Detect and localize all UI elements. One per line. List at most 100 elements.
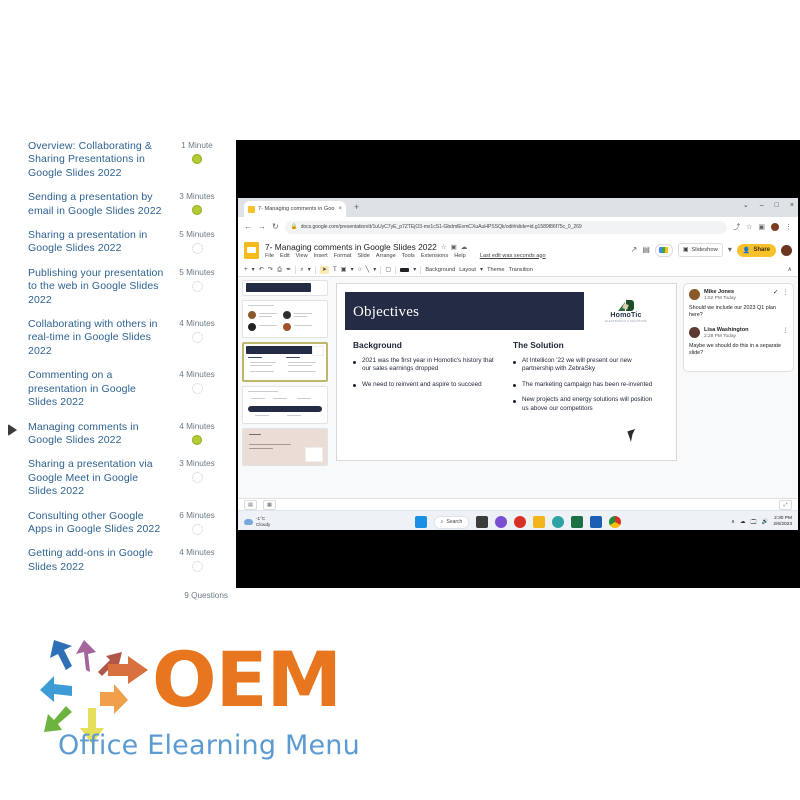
fill-color-icon[interactable] xyxy=(400,267,410,272)
word-icon[interactable] xyxy=(590,516,603,528)
taskbar-search[interactable]: ⌕ Search xyxy=(433,515,470,529)
comment-more-icon[interactable]: ⋮ xyxy=(783,289,789,296)
address-bar[interactable]: 🔒 docs.google.com/presentation/d/1uUyC7y… xyxy=(284,220,728,234)
slide-thumbnail[interactable] xyxy=(242,300,328,338)
curriculum-item-title[interactable]: Sending a presentation by email in Googl… xyxy=(28,191,166,218)
window-more-icon[interactable]: ⌄ xyxy=(743,202,749,209)
layout-caret-icon[interactable]: ▾ xyxy=(480,266,483,273)
start-button-icon[interactable] xyxy=(414,516,427,528)
browser-tab[interactable]: 7- Managing comments in Goo × xyxy=(244,201,346,217)
office-icon[interactable] xyxy=(514,516,527,528)
edge-icon[interactable] xyxy=(552,516,565,528)
curriculum-item[interactable]: Publishing your presentation to the web … xyxy=(0,267,236,307)
document-title[interactable]: 7- Managing comments in Google Slides 20… xyxy=(265,242,437,252)
slide-thumbnail-selected[interactable] xyxy=(242,342,328,382)
new-slide-caret-icon[interactable]: ▾ xyxy=(252,266,255,273)
slideshow-caret-icon[interactable]: ▾ xyxy=(728,246,732,254)
curriculum-item-title[interactable]: Getting add-ons in Google Slides 2022 xyxy=(28,547,166,574)
curriculum-item[interactable]: Overview: Collaborating & Sharing Presen… xyxy=(0,140,236,180)
insert-image-icon[interactable]: ▣ xyxy=(341,266,347,273)
slide-title[interactable]: Objectives xyxy=(353,304,419,321)
curriculum-item-title[interactable]: Overview: Collaborating & Sharing Presen… xyxy=(28,140,166,180)
comment-more-icon[interactable]: ⋮ xyxy=(783,327,789,334)
file-explorer-icon[interactable] xyxy=(533,516,546,528)
curriculum-item[interactable]: Consulting other Google Apps in Google S… xyxy=(0,510,236,537)
menu-item-tools[interactable]: Tools xyxy=(402,253,415,259)
shape-icon[interactable]: ○ xyxy=(358,266,362,273)
excel-icon[interactable] xyxy=(571,516,584,528)
zoom-icon[interactable]: ⌕ xyxy=(300,266,303,273)
menu-item-view[interactable]: View xyxy=(296,253,308,259)
curriculum-item-title[interactable]: Managing comments in Google Slides 2022 xyxy=(28,421,166,448)
account-avatar[interactable] xyxy=(781,244,792,256)
zoom-caret-icon[interactable]: ▾ xyxy=(308,266,311,273)
collapse-toolbar-icon[interactable]: ∧ xyxy=(787,266,792,273)
chrome-icon[interactable] xyxy=(609,516,622,528)
curriculum-item[interactable]: Collaborating with others in real-time i… xyxy=(0,318,236,358)
print-icon[interactable]: ⎙ xyxy=(277,266,282,273)
menu-item-slide[interactable]: Slide xyxy=(357,253,369,259)
curriculum-item[interactable]: Commenting on a presentation in Google S… xyxy=(0,369,236,409)
curriculum-item-title[interactable]: Commenting on a presentation in Google S… xyxy=(28,369,166,409)
menu-item-edit[interactable]: Edit xyxy=(280,253,290,259)
slide-thumbnail[interactable] xyxy=(242,280,328,296)
curriculum-item-title[interactable]: Collaborating with others in real-time i… xyxy=(28,318,166,358)
speaker-notes-icon[interactable]: ▤ xyxy=(244,499,257,510)
line-caret-icon[interactable]: ▾ xyxy=(373,266,376,273)
last-edit-label[interactable]: Last edit was seconds ago xyxy=(480,253,546,259)
curriculum-item-title[interactable]: Publishing your presentation to the web … xyxy=(28,267,166,307)
browser-menu-icon[interactable]: ⋮ xyxy=(785,224,792,231)
comment-history-icon[interactable]: ▤ xyxy=(642,246,650,254)
chat-icon[interactable] xyxy=(495,516,508,528)
window-maximize-icon[interactable]: □ xyxy=(775,202,779,209)
new-slide-icon[interactable]: + xyxy=(244,266,248,273)
close-tab-icon[interactable]: × xyxy=(338,206,342,212)
move-folder-icon[interactable]: ▣ xyxy=(451,243,457,251)
task-view-icon[interactable] xyxy=(476,516,489,528)
slide-thumbnail[interactable] xyxy=(242,428,328,466)
curriculum-item-title[interactable]: Sharing a presentation in Google Slides … xyxy=(28,229,166,256)
extensions-icon[interactable]: ▣ xyxy=(758,224,765,231)
new-tab-icon[interactable]: + xyxy=(354,203,359,212)
fill-caret-icon[interactable]: ▾ xyxy=(413,266,416,273)
grid-view-icon[interactable]: ▦ xyxy=(263,499,276,510)
comment[interactable]: Mike Jones 1:52 PM Today ✓ ⋮ Should we inclu… xyxy=(689,289,789,320)
menu-item-file[interactable]: File xyxy=(265,253,274,259)
menu-item-arrange[interactable]: Arrange xyxy=(376,253,396,259)
line-icon[interactable]: ╲ xyxy=(366,266,370,273)
slide-thumbnail[interactable] xyxy=(242,386,328,424)
insert-image-caret-icon[interactable]: ▾ xyxy=(351,266,354,273)
curriculum-item[interactable]: Sharing a presentation in Google Slides … xyxy=(0,229,236,256)
activity-trend-icon[interactable]: ↗ xyxy=(631,246,638,254)
menu-item-extensions[interactable]: Extensions xyxy=(421,253,448,259)
redo-icon[interactable]: ↷ xyxy=(268,266,273,273)
curriculum-item[interactable]: Getting add-ons in Google Slides 2022 4 M… xyxy=(0,547,236,574)
transition-button[interactable]: Transition xyxy=(509,267,533,273)
select-tool-icon[interactable]: ➤ xyxy=(319,265,330,274)
profile-avatar[interactable] xyxy=(771,223,779,231)
paint-format-icon[interactable]: ✒ xyxy=(286,266,291,273)
comment[interactable]: Lisa Washington 2:28 PM Today ⋮ Maybe we sh… xyxy=(689,326,789,358)
curriculum-item[interactable]: Sharing a presentation via Google Meet i… xyxy=(0,458,236,498)
menu-item-format[interactable]: Format xyxy=(334,253,352,259)
curriculum-item-title[interactable]: Consulting other Google Apps in Google S… xyxy=(28,510,166,537)
resolve-comment-icon[interactable]: ✓ xyxy=(773,289,778,296)
forward-icon[interactable]: → xyxy=(258,223,266,231)
curriculum-item[interactable]: Managing comments in Google Slides 2022 4… xyxy=(0,421,236,448)
menu-item-help[interactable]: Help xyxy=(454,253,466,259)
bookmark-star-icon[interactable]: ☆ xyxy=(746,224,752,231)
layout-button[interactable]: Layout xyxy=(459,267,476,273)
google-meet-button[interactable] xyxy=(654,243,673,257)
textbox-icon[interactable]: T xyxy=(333,266,337,273)
comment-thread[interactable]: Mike Jones 1:52 PM Today ✓ ⋮ Should we inclu… xyxy=(683,283,794,372)
window-minimize-icon[interactable]: – xyxy=(760,202,764,209)
back-icon[interactable]: ← xyxy=(244,223,252,231)
slide-canvas[interactable]: Objectives HomoTic ELECTRONICS & SOLUTIO… xyxy=(336,283,677,461)
star-icon[interactable]: ☆ xyxy=(441,243,447,251)
reload-icon[interactable]: ↻ xyxy=(272,223,279,231)
slideshow-button[interactable]: ▣ Slideshow xyxy=(677,243,723,257)
theme-button[interactable]: Theme xyxy=(487,267,504,273)
add-comment-icon[interactable]: ▢ xyxy=(385,266,391,273)
share-page-icon[interactable]: ⤴ xyxy=(733,224,740,231)
curriculum-item-title[interactable]: Sharing a presentation via Google Meet i… xyxy=(28,458,166,498)
